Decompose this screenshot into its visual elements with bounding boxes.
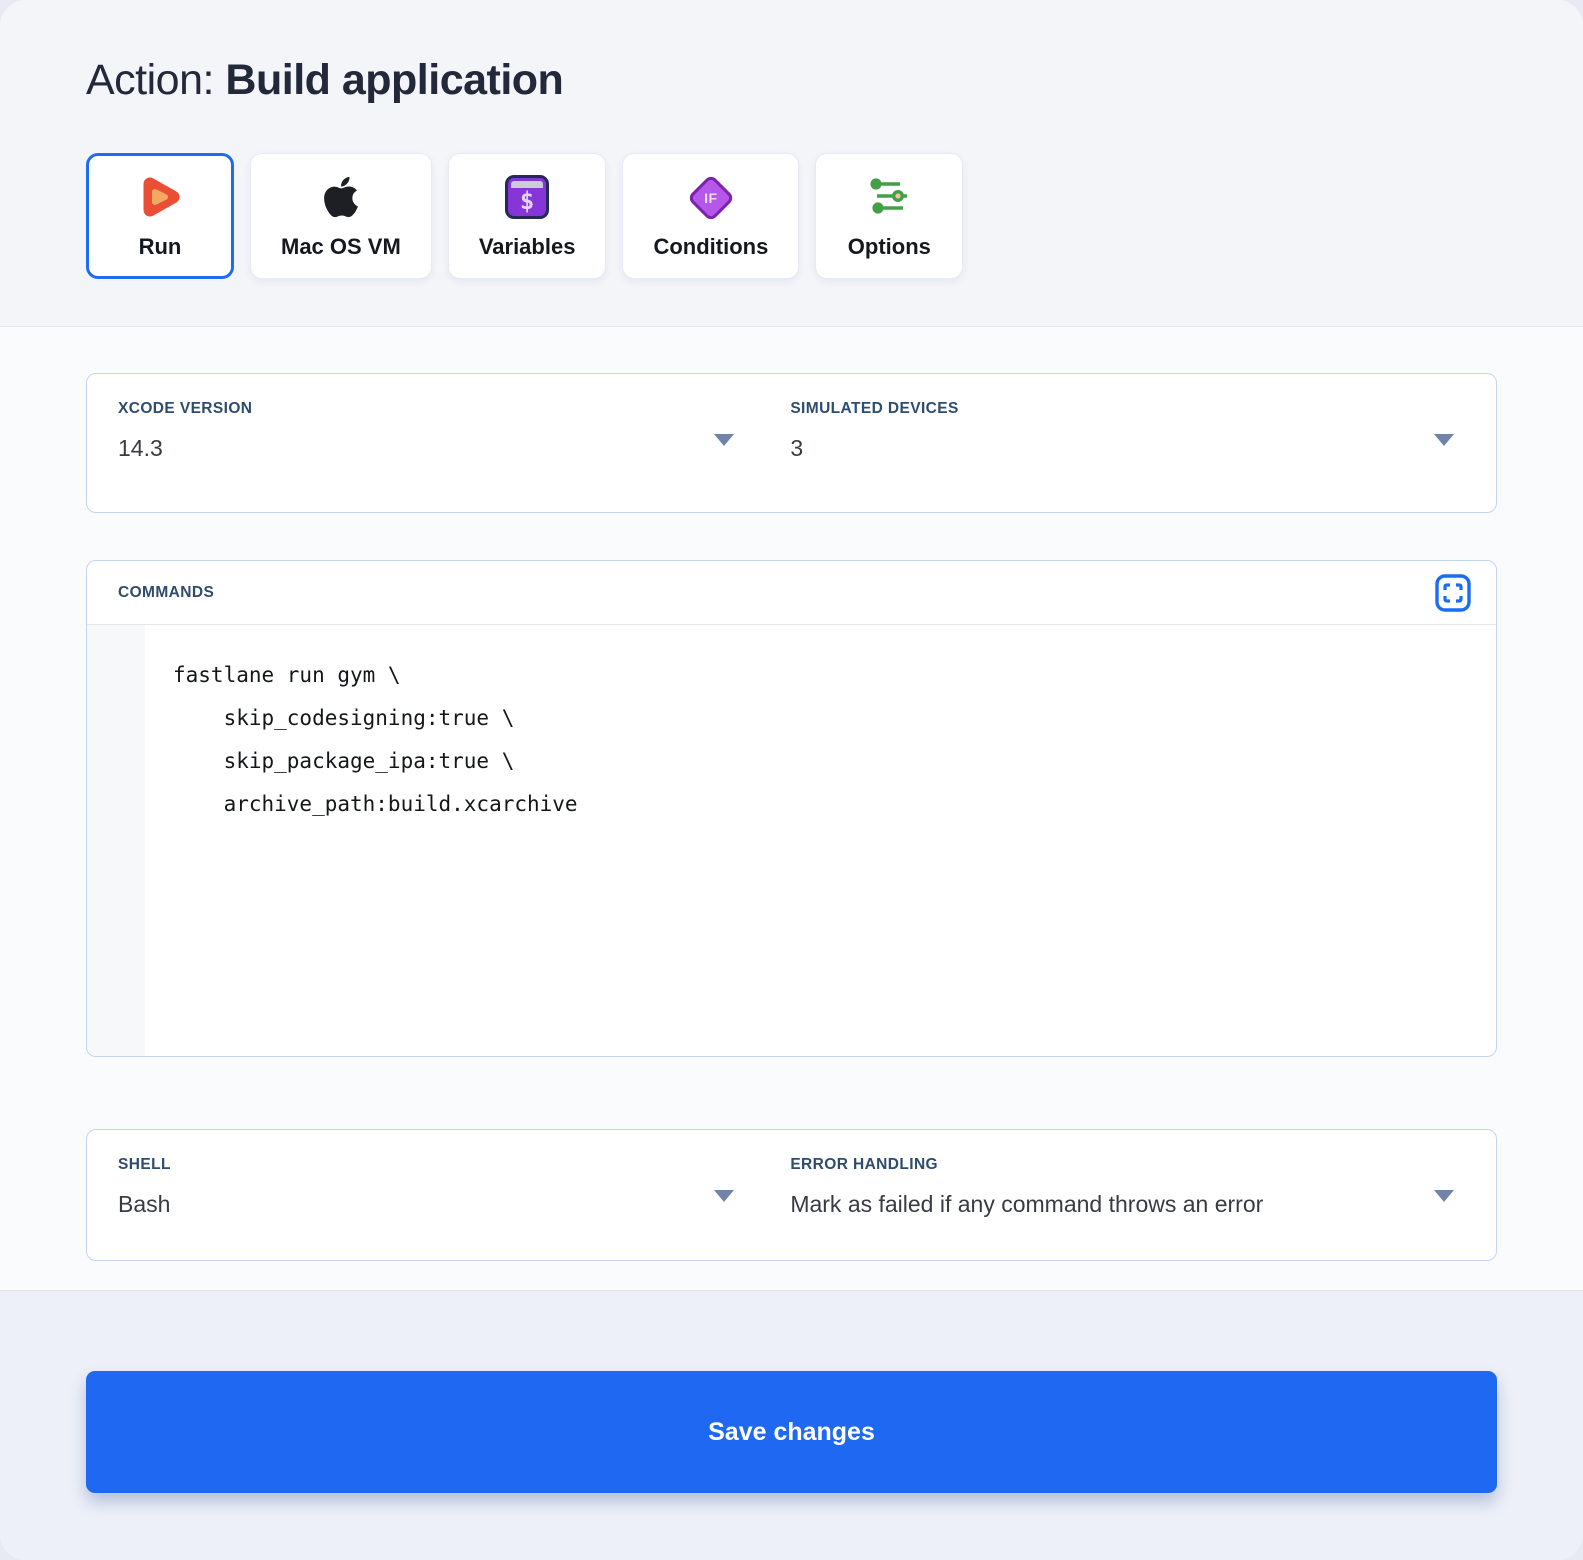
tab-mac-os-vm-label: Mac OS VM	[281, 234, 401, 260]
commands-card: COMMANDS fastlane run gym \ skip_codesig…	[86, 560, 1497, 1057]
shell-value: Bash	[118, 1191, 714, 1218]
footer: Save changes	[0, 1290, 1583, 1560]
chevron-down-icon	[1434, 1190, 1454, 1202]
tab-run[interactable]: Run	[86, 153, 234, 279]
play-icon	[137, 173, 183, 221]
if-diamond-icon: IF	[694, 173, 728, 221]
commands-editor[interactable]: fastlane run gym \ skip_codesigning:true…	[145, 625, 1496, 1056]
simulated-devices-value: 3	[790, 435, 1436, 462]
shell-label: SHELL	[118, 1156, 714, 1174]
tab-run-label: Run	[139, 234, 182, 260]
simulated-devices-label: SIMULATED DEVICES	[790, 400, 1436, 418]
commands-body: fastlane run gym \ skip_codesigning:true…	[87, 625, 1496, 1056]
shell-settings-card: SHELL Bash ERROR HANDLING Mark as failed…	[86, 1129, 1497, 1261]
xcode-version-select[interactable]: XCODE VERSION 14.3	[87, 374, 774, 512]
commands-label: COMMANDS	[118, 584, 214, 602]
tab-mac-os-vm[interactable]: Mac OS VM	[250, 153, 432, 279]
simulated-devices-select[interactable]: SIMULATED DEVICES 3	[774, 374, 1496, 512]
main-content: XCODE VERSION 14.3 SIMULATED DEVICES 3 C…	[0, 327, 1583, 1290]
apple-icon	[321, 173, 361, 221]
tab-variables-label: Variables	[479, 234, 576, 260]
error-handling-value: Mark as failed if any command throws an …	[790, 1191, 1436, 1218]
tab-options[interactable]: Options	[815, 153, 963, 279]
save-changes-button[interactable]: Save changes	[86, 1371, 1497, 1493]
terminal-dollar-icon: $	[505, 173, 549, 221]
xcode-version-label: XCODE VERSION	[118, 400, 714, 418]
sliders-icon	[867, 173, 911, 221]
error-handling-select[interactable]: ERROR HANDLING Mark as failed if any com…	[774, 1130, 1496, 1260]
chevron-down-icon	[714, 1190, 734, 1202]
header: Action: Build application Run	[0, 0, 1583, 327]
xcode-version-value: 14.3	[118, 435, 714, 462]
fullscreen-icon[interactable]	[1434, 574, 1472, 612]
chevron-down-icon	[1434, 434, 1454, 446]
chevron-down-icon	[714, 434, 734, 446]
tab-conditions-label: Conditions	[653, 234, 768, 260]
tab-options-label: Options	[848, 234, 931, 260]
commands-header: COMMANDS	[87, 561, 1496, 625]
code-gutter	[87, 625, 145, 1056]
action-editor-window: Action: Build application Run	[0, 0, 1583, 1560]
page-title: Action: Build application	[86, 56, 1497, 105]
shell-select[interactable]: SHELL Bash	[87, 1130, 774, 1260]
page-title-prefix: Action:	[86, 56, 214, 104]
tab-row: Run Mac OS VM $ Variables IF	[86, 153, 1497, 279]
error-handling-label: ERROR HANDLING	[790, 1156, 1436, 1174]
page-title-name: Build application	[225, 56, 563, 104]
tab-variables[interactable]: $ Variables	[448, 153, 607, 279]
tab-conditions[interactable]: IF Conditions	[622, 153, 799, 279]
build-settings-card: XCODE VERSION 14.3 SIMULATED DEVICES 3	[86, 373, 1497, 513]
